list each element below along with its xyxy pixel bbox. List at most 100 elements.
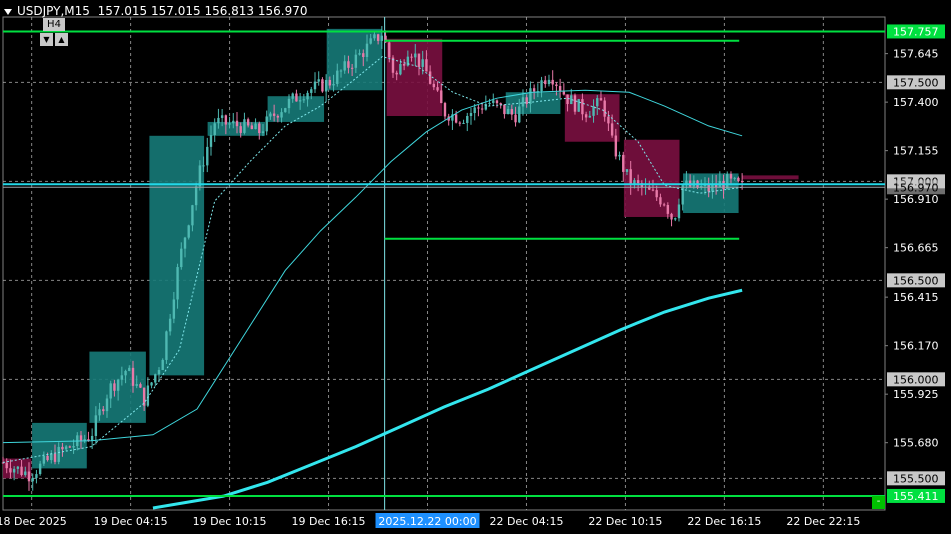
candle-body (42, 455, 46, 464)
candle-body (250, 125, 254, 130)
candle-body (287, 98, 291, 109)
candle-body (343, 61, 346, 71)
price-label: 156.970 (893, 181, 939, 194)
candle-body (183, 237, 187, 249)
x-tick-label: 19 Dec 04:15 (94, 515, 168, 528)
candle-body (313, 81, 317, 90)
candle-body (235, 120, 239, 127)
candle-body (90, 435, 94, 441)
candle-body (220, 115, 224, 118)
candle-body (599, 98, 603, 101)
candle-body (336, 70, 339, 84)
price-chart[interactable]: 157.645 157.400 157.155 156.910 156.665 156.4… (0, 0, 951, 534)
candle-body (436, 87, 439, 91)
candle-body (588, 115, 592, 118)
candle-body (532, 88, 536, 92)
htf-block (742, 175, 799, 180)
candle-body (662, 204, 666, 206)
candle-body (440, 90, 443, 104)
candle-body (584, 114, 588, 118)
candle-body (454, 114, 458, 123)
candle-body (365, 43, 369, 57)
candle-body (603, 100, 606, 117)
triangle-up-icon[interactable]: ▲ (55, 33, 68, 46)
candle-body (113, 383, 116, 391)
candle-body (469, 113, 473, 116)
collapse-button[interactable]: - (872, 496, 885, 509)
candle-body (146, 385, 150, 406)
candle-body (622, 154, 625, 172)
candle-body (581, 99, 584, 115)
x-tick-label: 22 Dec 10:15 (588, 515, 662, 528)
price-label: 156.500 (893, 274, 939, 287)
candle-body (614, 135, 618, 157)
candle-body (276, 115, 280, 118)
candle-body (324, 79, 328, 92)
candle-body (477, 107, 480, 109)
y-tick-label: 157.155 (893, 145, 939, 158)
candle-body (566, 94, 569, 105)
htf-block (149, 135, 205, 376)
candle-body (35, 474, 38, 478)
candle-body (380, 35, 384, 41)
candle-body (310, 89, 313, 93)
timeframe-panel: H4 ▼ ▲ (39, 18, 69, 46)
candle-body (555, 84, 558, 87)
candle-body (629, 169, 632, 186)
candle-body (350, 67, 354, 69)
candle-body (376, 34, 380, 41)
candle-body (399, 64, 402, 75)
candle-body (332, 83, 335, 86)
candle-body (636, 180, 640, 184)
candle-body (544, 80, 547, 85)
candle-body (12, 468, 16, 473)
candle-body (72, 446, 75, 448)
candle-body (295, 93, 298, 102)
candle-body (194, 186, 198, 206)
candle-body (373, 34, 376, 39)
candle-body (321, 79, 324, 92)
candle-body (625, 169, 629, 172)
timeframe-label[interactable]: H4 (43, 18, 65, 31)
ma-slow-line (152, 288, 743, 510)
candle-body (358, 53, 361, 55)
candle-body (191, 205, 194, 226)
candle-body (232, 120, 235, 124)
candle-body (31, 477, 34, 482)
candle-body (202, 165, 205, 167)
candle-body (16, 466, 20, 469)
candle-body (280, 112, 283, 118)
candle-body (462, 122, 465, 124)
y-tick-label: 155.680 (893, 437, 939, 450)
y-tick-label: 157.645 (893, 48, 939, 61)
candle-body (577, 99, 580, 112)
candle-body (57, 446, 60, 462)
y-tick-label: 156.170 (893, 340, 939, 353)
candle-body (128, 367, 131, 371)
candle-body (610, 123, 614, 136)
y-tick-label: 156.665 (893, 242, 939, 255)
candle-body (246, 119, 250, 126)
price-label: 157.500 (893, 76, 939, 89)
candle-body (157, 370, 161, 375)
candle-body (272, 113, 276, 116)
candle-body (655, 190, 658, 198)
candle-body (432, 83, 436, 88)
triangle-down-icon[interactable]: ▼ (40, 33, 53, 46)
y-tick-label: 155.925 (893, 388, 939, 401)
candle-body (674, 218, 677, 220)
candle-body (740, 181, 744, 183)
htf-block (683, 173, 739, 214)
x-tick-label: 18 Dec 2025 (0, 515, 67, 528)
candle-body (547, 79, 551, 85)
candle-body (659, 197, 662, 205)
candle-body (443, 103, 447, 117)
menu-triangle-icon[interactable] (4, 8, 12, 15)
candle-body (596, 98, 599, 107)
candle-body (681, 185, 684, 205)
candle-body (154, 374, 157, 383)
candle-body (243, 119, 246, 133)
candle-body (53, 453, 57, 462)
candle-body (298, 100, 302, 102)
candle-body (733, 177, 736, 179)
